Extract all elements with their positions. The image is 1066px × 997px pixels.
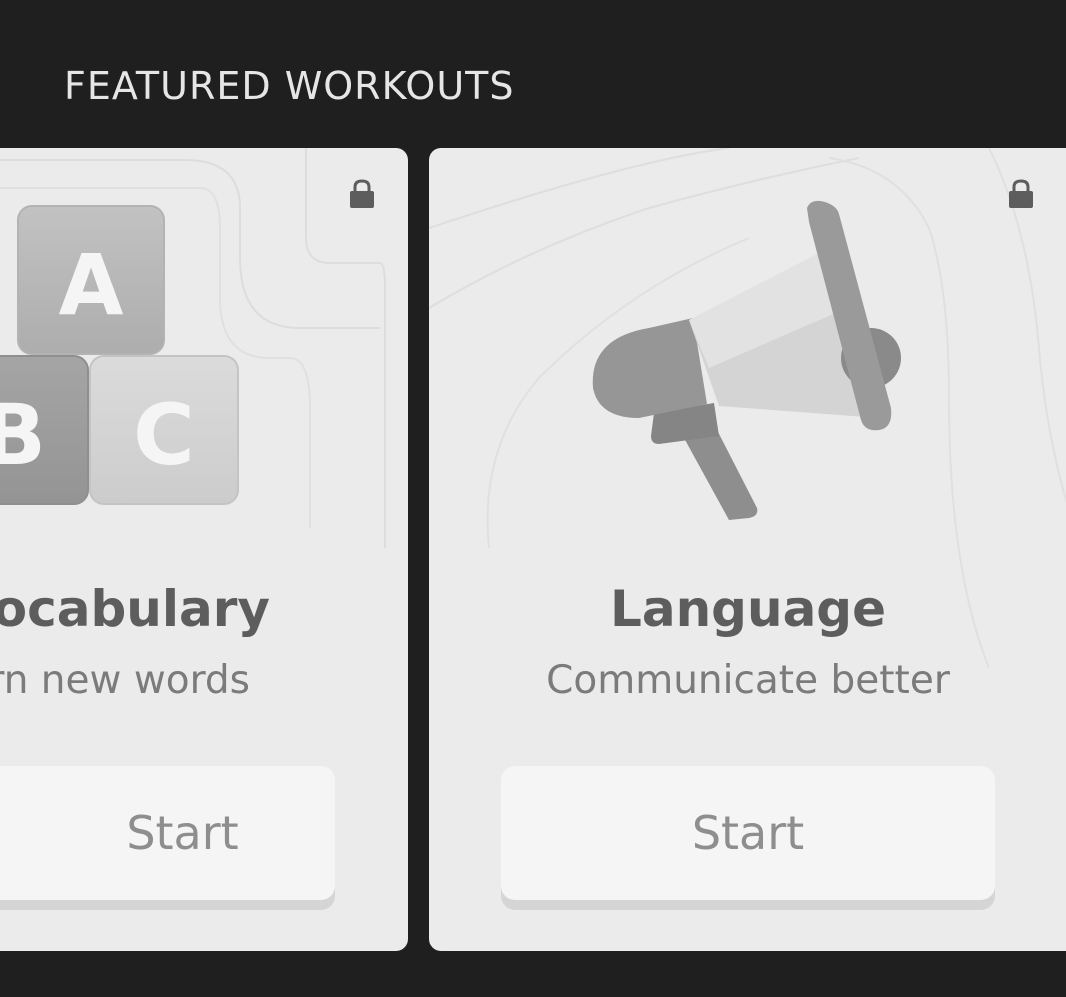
lock-icon: [1009, 179, 1033, 208]
block-letter: B: [0, 386, 46, 484]
block-letter: A: [58, 236, 123, 334]
megaphone-icon: [592, 200, 901, 520]
lock-icon: [350, 179, 374, 208]
workout-card-language[interactable]: Language Communicate better Start: [429, 148, 1066, 951]
card-title: ocabulary: [0, 580, 270, 638]
start-button[interactable]: Start: [501, 766, 995, 900]
card-subtitle: Communicate better: [546, 658, 950, 703]
block-letter: C: [133, 386, 195, 484]
start-button[interactable]: Start: [0, 766, 335, 900]
workout-card-vocabulary[interactable]: A B C ocabulary rn new words Start: [0, 148, 408, 951]
abc-blocks-icon: A B C: [0, 205, 239, 505]
card-subtitle: rn new words: [0, 658, 250, 703]
section-title: FEATURED WORKOUTS: [64, 64, 515, 108]
card-title: Language: [609, 580, 887, 638]
